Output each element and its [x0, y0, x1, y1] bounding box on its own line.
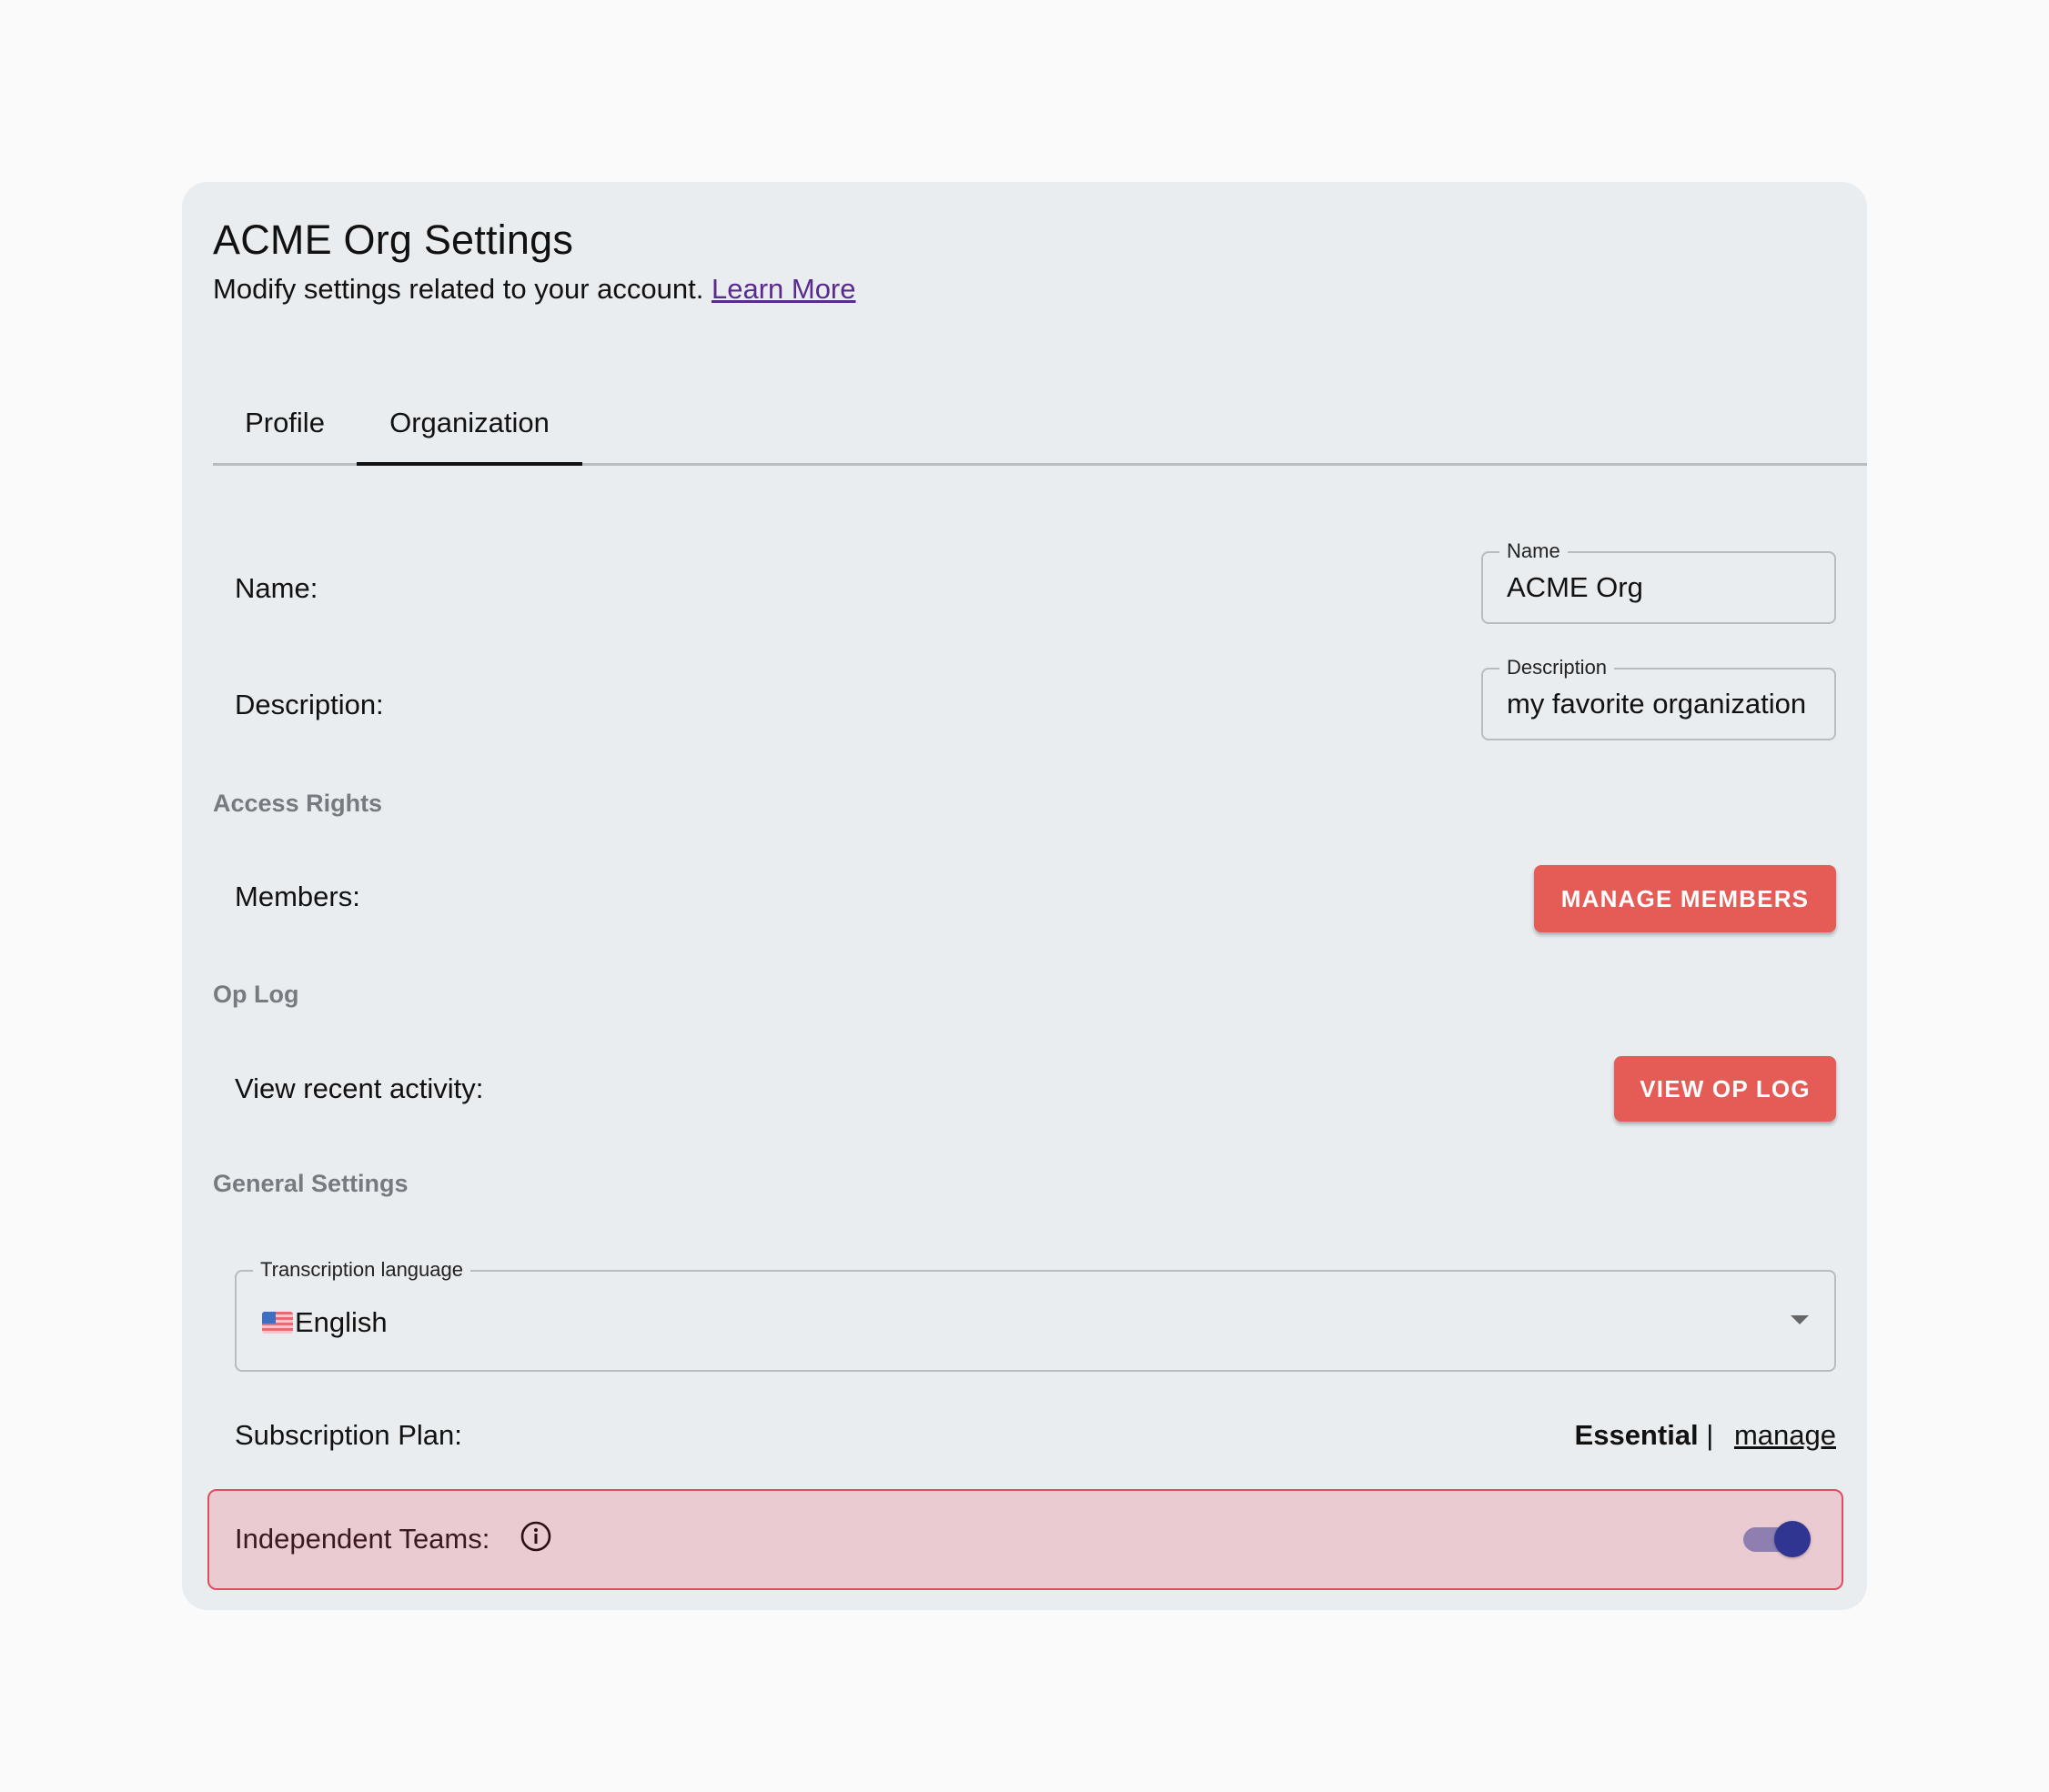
description-field: Description [1481, 654, 1836, 740]
description-row-label: Description: [235, 689, 384, 720]
learn-more-link[interactable]: Learn More [712, 273, 856, 305]
independent-teams-label: Independent Teams: [235, 1523, 490, 1555]
description-input[interactable] [1507, 688, 1822, 720]
access-rights-heading: Access Rights [213, 790, 383, 817]
info-icon[interactable] [520, 1521, 551, 1552]
settings-card: ACME Org Settings Modify settings relate… [182, 182, 1867, 1610]
general-settings-heading: General Settings [213, 1170, 409, 1197]
name-field: Name [1481, 538, 1836, 624]
tab-organization[interactable]: Organization [357, 382, 582, 466]
members-label: Members: [235, 881, 360, 912]
toggle-thumb [1774, 1521, 1811, 1557]
op-log-heading: Op Log [213, 981, 299, 1008]
name-row-label: Name: [235, 572, 318, 604]
tab-bar: Profile Organization [213, 382, 1867, 466]
language-text: English [295, 1306, 388, 1338]
page-subtitle: Modify settings related to your account.… [213, 273, 856, 306]
us-flag-icon [262, 1312, 293, 1334]
transcription-language-value: English [262, 1306, 388, 1339]
manage-plan-link[interactable]: manage [1734, 1419, 1836, 1451]
description-field-label: Description [1499, 654, 1615, 681]
subscription-plan-value: Essential | manage [1575, 1419, 1836, 1452]
transcription-language-select[interactable]: Transcription language English [235, 1256, 1836, 1372]
dropdown-arrow-icon[interactable] [1791, 1315, 1809, 1324]
name-input[interactable] [1507, 571, 1822, 604]
subtitle-text: Modify settings related to your account. [213, 273, 704, 305]
name-field-label: Name [1499, 538, 1568, 565]
view-activity-label: View recent activity: [235, 1072, 484, 1104]
plan-separator: | [1706, 1419, 1714, 1451]
plan-name: Essential [1574, 1419, 1699, 1451]
independent-teams-row: Independent Teams: [207, 1489, 1843, 1590]
transcription-language-label: Transcription language [253, 1256, 470, 1284]
subscription-plan-label: Subscription Plan: [235, 1419, 462, 1451]
independent-teams-toggle[interactable] [1741, 1519, 1811, 1559]
tab-profile[interactable]: Profile [213, 382, 357, 463]
page-title: ACME Org Settings [213, 216, 574, 263]
view-op-log-button[interactable]: VIEW OP LOG [1614, 1056, 1836, 1122]
manage-members-button[interactable]: MANAGE MEMBERS [1534, 865, 1836, 932]
